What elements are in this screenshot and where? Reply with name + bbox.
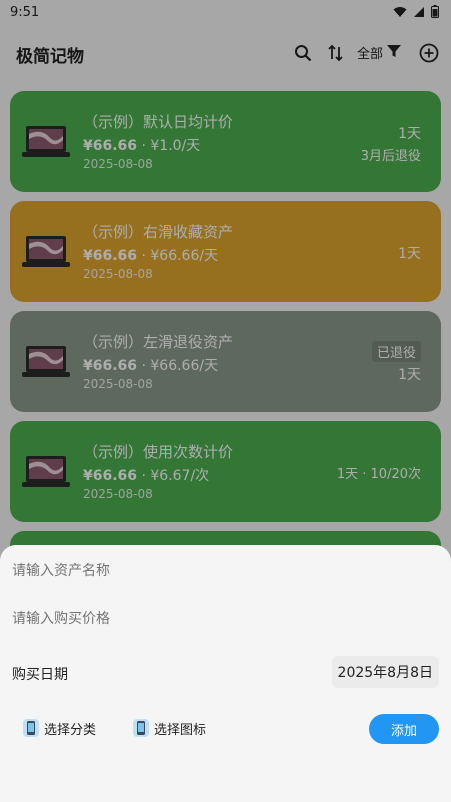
select-category-button[interactable]: 选择分类: [22, 718, 96, 738]
purchase-date-label: 购买日期: [12, 667, 68, 683]
add-asset-sheet: 购买日期 2025年8月8日 选择分类 选择图标 添加: [0, 545, 451, 802]
select-icon-button[interactable]: 选择图标: [132, 718, 206, 738]
purchase-date-button[interactable]: 2025年8月8日: [331, 656, 439, 688]
asset-price-input[interactable]: [12, 606, 432, 630]
add-button[interactable]: 添加: [369, 714, 439, 744]
phone-icon: [133, 719, 149, 737]
asset-name-input[interactable]: [12, 558, 432, 582]
phone-icon: [23, 719, 39, 737]
app-root: 9:51 极简记物 全部 （示例）默认日均计价 ¥66.66 · ¥1.0/天 …: [0, 0, 451, 802]
select-category-label: 选择分类: [44, 722, 97, 738]
select-icon-label: 选择图标: [154, 722, 207, 738]
